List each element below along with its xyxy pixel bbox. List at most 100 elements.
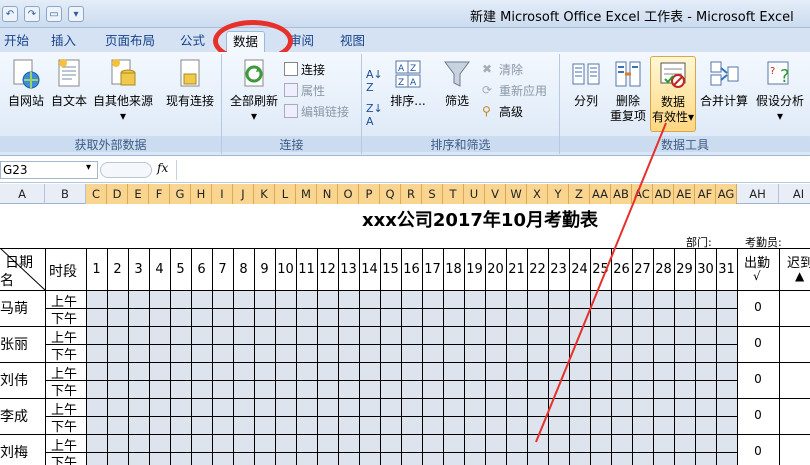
- col-border: [464, 248, 465, 465]
- data-validation-button[interactable]: 数据 有效性▾: [650, 56, 696, 132]
- qat-dropdown-icon[interactable]: ▾: [68, 6, 84, 22]
- tab-formulas[interactable]: 公式: [174, 31, 211, 52]
- filter-button[interactable]: 筛选: [438, 56, 476, 109]
- consolidate-icon: [710, 61, 739, 86]
- column-header-ad[interactable]: AD: [653, 184, 674, 204]
- tab-insert[interactable]: 插入: [45, 31, 82, 52]
- column-header-g[interactable]: G: [170, 184, 191, 204]
- from-other-sources-button[interactable]: 自其他来源 ▾: [91, 56, 155, 124]
- dropdown-arrow-icon: ▾: [119, 109, 127, 123]
- column-header-y[interactable]: Y: [548, 184, 569, 204]
- column-header-o[interactable]: O: [338, 184, 359, 204]
- column-header-d[interactable]: D: [107, 184, 128, 204]
- name-box-dropdown-icon[interactable]: ▾: [86, 162, 91, 173]
- properties-button[interactable]: 属性: [284, 80, 325, 100]
- reapply-label: 重新应用: [499, 83, 548, 98]
- column-header-j[interactable]: J: [233, 184, 254, 204]
- column-header-i[interactable]: I: [212, 184, 233, 204]
- column-header-af[interactable]: AF: [695, 184, 716, 204]
- text-to-columns-button[interactable]: 分列: [566, 56, 606, 109]
- column-header-q[interactable]: Q: [380, 184, 401, 204]
- col-border: [590, 248, 591, 465]
- column-header-u[interactable]: U: [464, 184, 485, 204]
- column-header-z[interactable]: Z: [569, 184, 590, 204]
- column-header-ah[interactable]: AH: [737, 184, 779, 204]
- column-header-t[interactable]: T: [443, 184, 464, 204]
- from-web-label: 自网站: [7, 94, 44, 108]
- consolidate-button[interactable]: 合并计算: [700, 56, 748, 109]
- column-header-h[interactable]: H: [191, 184, 212, 204]
- redo-icon[interactable]: ↷: [24, 6, 40, 22]
- reapply-button[interactable]: ⟳ 重新应用: [482, 80, 547, 100]
- column-header-ab[interactable]: AB: [611, 184, 632, 204]
- attendance-grid-area[interactable]: [87, 290, 738, 465]
- day-header: 21: [508, 262, 525, 277]
- fx-icon[interactable]: fx: [157, 161, 168, 175]
- column-header-ac[interactable]: AC: [632, 184, 653, 204]
- advanced-filter-icon: ⚲: [482, 104, 491, 118]
- sort-za-icon[interactable]: Z↓ A: [366, 102, 383, 128]
- formula-input[interactable]: [176, 160, 810, 180]
- column-header-w[interactable]: W: [506, 184, 527, 204]
- employee-name: 张丽: [0, 337, 28, 353]
- column-header-s[interactable]: S: [422, 184, 443, 204]
- column-header-ai[interactable]: AI: [779, 184, 810, 204]
- tab-view[interactable]: 视图: [334, 31, 371, 52]
- sort-button[interactable]: AZZA 排序...: [388, 56, 428, 109]
- clear-filter-button[interactable]: ✖ 清除: [482, 59, 523, 79]
- clear-icon: ✖: [482, 62, 493, 76]
- name-box[interactable]: G23: [0, 161, 98, 179]
- column-header-ag[interactable]: AG: [716, 184, 737, 204]
- from-text-button[interactable]: 自文本: [48, 56, 90, 109]
- validation-label-1: 数据: [660, 95, 685, 109]
- form-icon[interactable]: ▭: [46, 6, 62, 22]
- column-header-n[interactable]: N: [317, 184, 338, 204]
- column-header-aa[interactable]: AA: [590, 184, 611, 204]
- svg-text:Z: Z: [410, 64, 416, 74]
- group-sort-filter: A↓ Z Z↓ A AZZA 排序... 筛选 ✖ 清除 ⟳ 重新应用 ⚲ 高级 排序和筛…: [362, 54, 560, 154]
- day-header: 22: [529, 262, 546, 277]
- validation-label-2: 有效性: [651, 110, 688, 124]
- col-border: [128, 248, 129, 465]
- group-data-tools: 分列 删除 重复项 数据 有效性▾ 合并计算 ?? 假设分析 ▾ 数据工具: [560, 54, 810, 154]
- undo-icon[interactable]: ↶: [2, 6, 18, 22]
- column-header-r[interactable]: R: [401, 184, 422, 204]
- connections-button[interactable]: 连接: [284, 59, 325, 79]
- day-header: 6: [197, 262, 206, 277]
- row-border: [0, 434, 810, 435]
- refresh-all-button[interactable]: 全部刷新 ▾: [227, 56, 281, 124]
- day-header: 24: [571, 262, 588, 277]
- column-header-x[interactable]: X: [527, 184, 548, 204]
- column-header-v[interactable]: V: [485, 184, 506, 204]
- existing-connections-button[interactable]: 现有连接: [162, 56, 218, 109]
- column-header-e[interactable]: E: [128, 184, 149, 204]
- worksheet[interactable]: 1 2 3 4 5 6 7 8 9 10 11 12 13 14 15 16 17 18 19 20 21 22 23 24 2…: [0, 204, 810, 465]
- col-border: [317, 248, 318, 465]
- column-header-b[interactable]: B: [45, 184, 86, 204]
- sort-icon: A ZZ A: [395, 60, 421, 88]
- column-header-a[interactable]: A: [0, 184, 45, 204]
- column-header-m[interactable]: M: [296, 184, 317, 204]
- column-header-k[interactable]: K: [254, 184, 275, 204]
- column-header-c[interactable]: C: [86, 184, 107, 204]
- edit-links-button[interactable]: 编辑链接: [284, 101, 349, 121]
- group-label-external: 获取外部数据: [0, 136, 221, 152]
- sort-az-icon[interactable]: A↓ Z: [366, 68, 383, 94]
- reapply-icon: ⟳: [482, 83, 493, 97]
- from-web-button[interactable]: 自网站: [5, 56, 47, 109]
- remove-duplicates-button[interactable]: 删除 重复项: [608, 56, 648, 124]
- what-if-analysis-button[interactable]: ?? 假设分析 ▾: [752, 56, 808, 124]
- day-header: 4: [155, 262, 164, 277]
- connections-icon: [284, 62, 298, 76]
- day-header: 8: [239, 262, 248, 277]
- column-header-p[interactable]: P: [359, 184, 380, 204]
- tab-page-layout[interactable]: 页面布局: [99, 31, 161, 52]
- column-header-l[interactable]: L: [275, 184, 296, 204]
- tab-home[interactable]: 开始: [0, 31, 35, 52]
- advanced-filter-button[interactable]: ⚲ 高级: [482, 101, 523, 121]
- column-header-ae[interactable]: AE: [674, 184, 695, 204]
- ribbon-tabs: 开始 插入 页面布局 公式 数据 审阅 视图: [0, 28, 810, 52]
- dropdown-arrow-icon: ▾: [250, 109, 258, 123]
- column-header-f[interactable]: F: [149, 184, 170, 204]
- employee-name: 刘伟: [0, 373, 28, 389]
